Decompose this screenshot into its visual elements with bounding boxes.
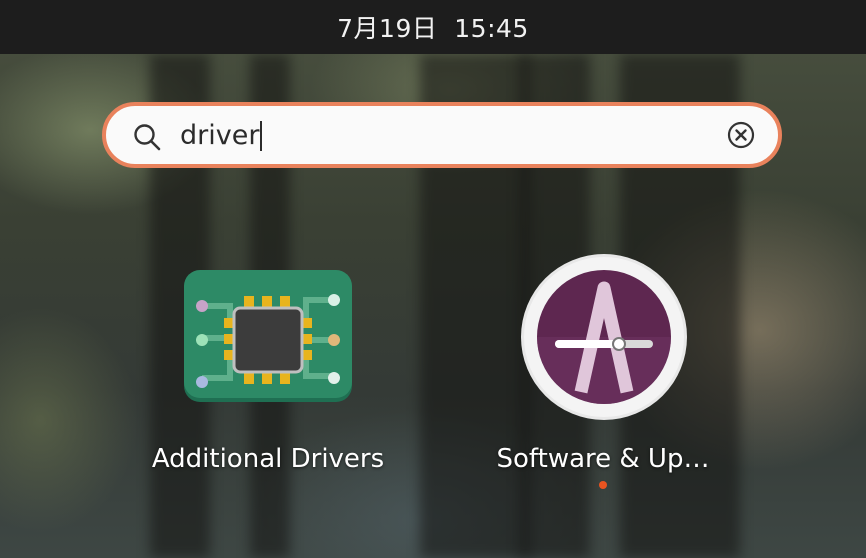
software-updates-icon	[521, 254, 687, 420]
running-indicator	[599, 481, 607, 489]
app-label: Additional Drivers	[151, 444, 385, 474]
app-label: Software & Up…	[496, 444, 710, 474]
text-caret	[260, 121, 263, 151]
search-bar[interactable]: driver	[102, 102, 782, 168]
clock[interactable]: 7月19日 15:45	[337, 9, 529, 45]
app-additional-drivers[interactable]: Additional Drivers	[148, 262, 388, 492]
app-software-updates[interactable]: Software & Up…	[483, 250, 723, 490]
additional-drivers-icon	[184, 270, 352, 402]
top-bar: 7月19日 15:45	[0, 0, 866, 54]
search-input[interactable]: driver	[180, 116, 700, 156]
search-icon	[134, 124, 161, 151]
desktop-screen: 7月19日 15:45 driver Additional Drivers So…	[0, 0, 866, 558]
clear-icon[interactable]	[726, 120, 756, 150]
search-input-value: driver	[180, 120, 260, 151]
